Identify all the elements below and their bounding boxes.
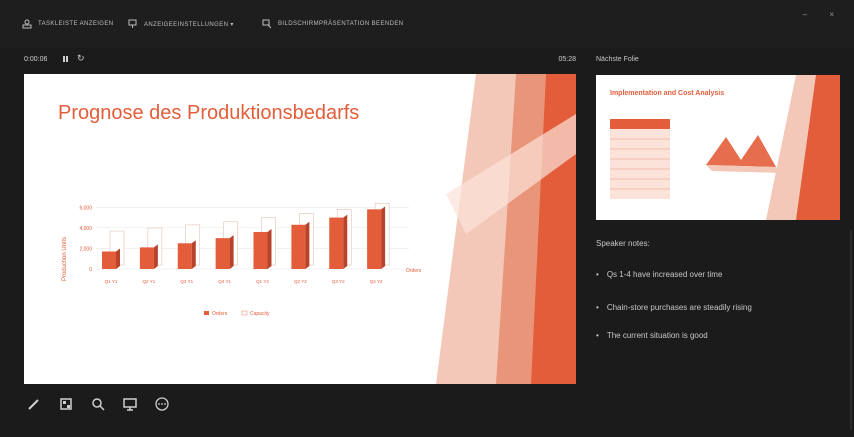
display-settings-label: ANZEIGEEINSTELLUNGEN ▾ bbox=[144, 21, 234, 28]
timer-row: 0:00:06 ↻ 05:28 bbox=[24, 53, 576, 67]
display-settings-button[interactable]: ANZEIGEEINSTELLUNGEN ▾ bbox=[128, 17, 234, 31]
bar-orders bbox=[367, 209, 382, 269]
display-settings-icon bbox=[128, 19, 138, 29]
chart-bars bbox=[102, 202, 390, 269]
slides-grid-icon[interactable] bbox=[56, 394, 76, 414]
bar-orders bbox=[253, 231, 268, 269]
end-show-label: BILDSCHIRMPRÄSENTATION BEENDEN bbox=[278, 21, 404, 27]
bar-orders-side bbox=[191, 240, 196, 269]
taskbar-icon bbox=[22, 19, 32, 29]
restart-timer-icon[interactable]: ↻ bbox=[77, 53, 85, 64]
legend-swatch-capacity bbox=[241, 310, 248, 316]
x-tick-label: Q2 Y1 bbox=[143, 279, 156, 284]
x-tick-label: Q3 Y2 bbox=[332, 279, 345, 284]
x-axis-label: Orders bbox=[406, 268, 422, 274]
legend-label-orders: Orders bbox=[212, 311, 228, 317]
show-taskbar-label: TASKLEISTE ANZEIGEN bbox=[38, 21, 114, 27]
bar-orders-side bbox=[343, 214, 348, 269]
x-tick-label: Q4 Y1 bbox=[218, 279, 231, 284]
next-slide-title: Implementation and Cost Analysis bbox=[610, 90, 725, 97]
zoom-icon[interactable] bbox=[88, 394, 108, 414]
end-show-button[interactable]: BILDSCHIRMPRÄSENTATION BEENDEN bbox=[262, 17, 403, 31]
window-controls[interactable]: – × bbox=[803, 10, 844, 19]
show-taskbar-button[interactable]: TASKLEISTE ANZEIGEN bbox=[22, 17, 114, 31]
bar-orders bbox=[102, 251, 116, 269]
pen-icon[interactable] bbox=[24, 394, 44, 414]
note-item: Chain-store purchases are steadily risin… bbox=[596, 303, 752, 312]
chart-legend: Orders Capacity bbox=[204, 310, 270, 317]
bar-orders-side bbox=[116, 248, 120, 269]
current-slide[interactable]: Prognose des Produktionsbedarfs 0 2,000 4,… bbox=[24, 74, 576, 384]
bar-orders bbox=[177, 243, 192, 269]
y-tick-label: 6,000 bbox=[79, 205, 92, 211]
legend-swatch-orders bbox=[204, 311, 209, 315]
notes-scrollbar[interactable] bbox=[850, 230, 852, 430]
presenter-tools bbox=[24, 392, 172, 416]
bar-orders bbox=[329, 217, 344, 269]
slide-title: Prognose des Produktionsbedarfs bbox=[58, 102, 360, 124]
notes-heading: Speaker notes: bbox=[596, 239, 650, 248]
pause-icon[interactable] bbox=[62, 55, 70, 63]
elapsed-timer: 0:00:06 bbox=[24, 56, 48, 63]
next-slide-preview[interactable]: Implementation and Cost Analysis bbox=[596, 75, 840, 220]
end-show-icon bbox=[262, 19, 272, 29]
bar-orders-side bbox=[267, 228, 272, 269]
y-tick-label: 4,000 bbox=[79, 226, 92, 232]
bar-orders-side bbox=[153, 244, 158, 269]
y-axis-label: Production Units bbox=[62, 237, 68, 281]
y-tick-label: 0 bbox=[89, 267, 92, 273]
x-tick-label: Q3 Y1 bbox=[180, 279, 193, 284]
speaker-notes[interactable]: Speaker notes: Qs 1-4 have increased ove… bbox=[592, 226, 852, 437]
y-tick-label: 2,000 bbox=[79, 246, 92, 252]
note-item: Qs 1-4 have increased over time bbox=[596, 270, 723, 279]
production-chart: 02,0004,0006,000 Q1 Y1 Q2 Y1 Q3 Y1 Q4 Y1 Q1 … bbox=[62, 202, 422, 317]
x-tick-label: Q4 Y2 bbox=[370, 279, 383, 284]
presenter-toolbar: TASKLEISTE ANZEIGEN ANZEIGEEINSTELLUNGEN… bbox=[0, 0, 854, 48]
x-axis-ticks: Q1 Y1 Q2 Y1 Q3 Y1 Q4 Y1 Q1 Y2 Q2 Y2 Q3 Y2 Q4 Y2 bbox=[105, 279, 383, 284]
bar-orders bbox=[139, 247, 154, 269]
slide-decoration bbox=[436, 74, 576, 384]
screen-icon[interactable] bbox=[120, 394, 140, 414]
bar-orders-side bbox=[381, 206, 386, 269]
bar-orders-side bbox=[229, 235, 234, 269]
x-tick-label: Q1 Y1 bbox=[105, 279, 118, 284]
clock: 05:28 bbox=[558, 56, 576, 63]
y-axis-ticks: 0 2,000 4,000 6,000 bbox=[79, 205, 92, 273]
note-item: The current situation is good bbox=[596, 331, 708, 340]
legend-label-capacity: Capacity bbox=[250, 311, 270, 317]
next-slide-label: Nächste Folie bbox=[596, 56, 639, 63]
bar-orders bbox=[291, 224, 306, 269]
x-tick-label: Q1 Y2 bbox=[256, 279, 269, 284]
more-icon[interactable] bbox=[152, 394, 172, 414]
x-tick-label: Q2 Y2 bbox=[294, 279, 307, 284]
bar-orders bbox=[215, 238, 230, 269]
bar-orders-side bbox=[305, 221, 310, 269]
